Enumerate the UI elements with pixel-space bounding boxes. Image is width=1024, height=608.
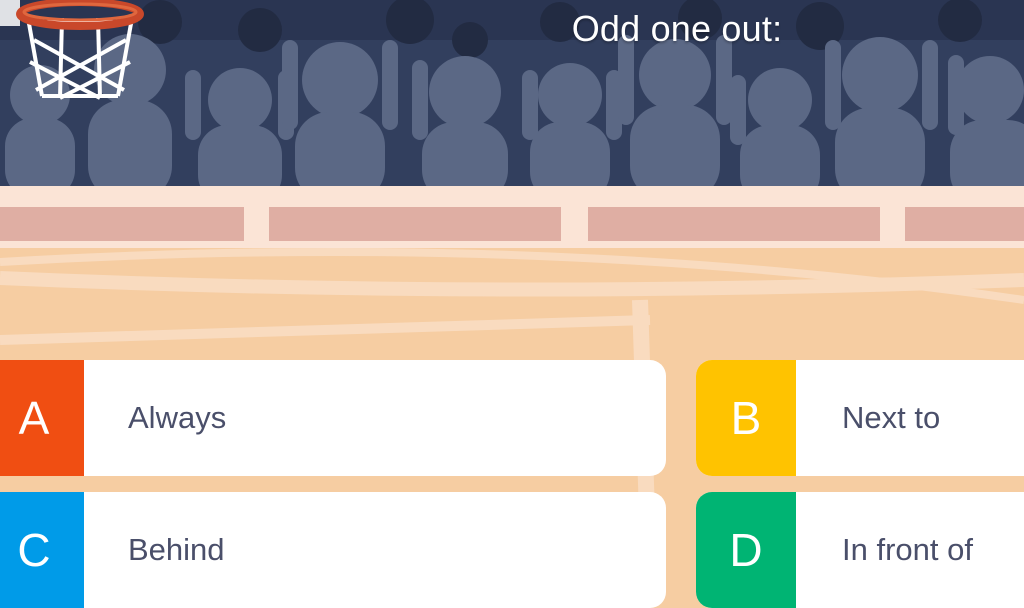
answer-option-b[interactable]: B Next to — [696, 360, 1024, 476]
answer-option-a[interactable]: A Always — [0, 360, 666, 476]
question-text: Odd one out: — [571, 8, 783, 49]
answer-text-b: Next to — [842, 400, 941, 435]
answer-option-d[interactable]: D In front of — [696, 492, 1024, 608]
answer-text-a: Always — [128, 400, 227, 435]
wall-panel — [905, 207, 1024, 241]
answer-letter-b: B — [696, 360, 796, 476]
answer-text-d: In front of — [842, 532, 973, 567]
answer-letter-d: D — [696, 492, 796, 608]
answer-option-c[interactable]: C Behind — [0, 492, 666, 608]
wall-panel — [269, 207, 561, 241]
answer-text-c: Behind — [128, 532, 225, 567]
wall-panel — [0, 207, 244, 241]
answer-letter-c: C — [0, 492, 84, 608]
answer-letter-a: A — [0, 360, 84, 476]
wall-panel — [588, 207, 880, 241]
